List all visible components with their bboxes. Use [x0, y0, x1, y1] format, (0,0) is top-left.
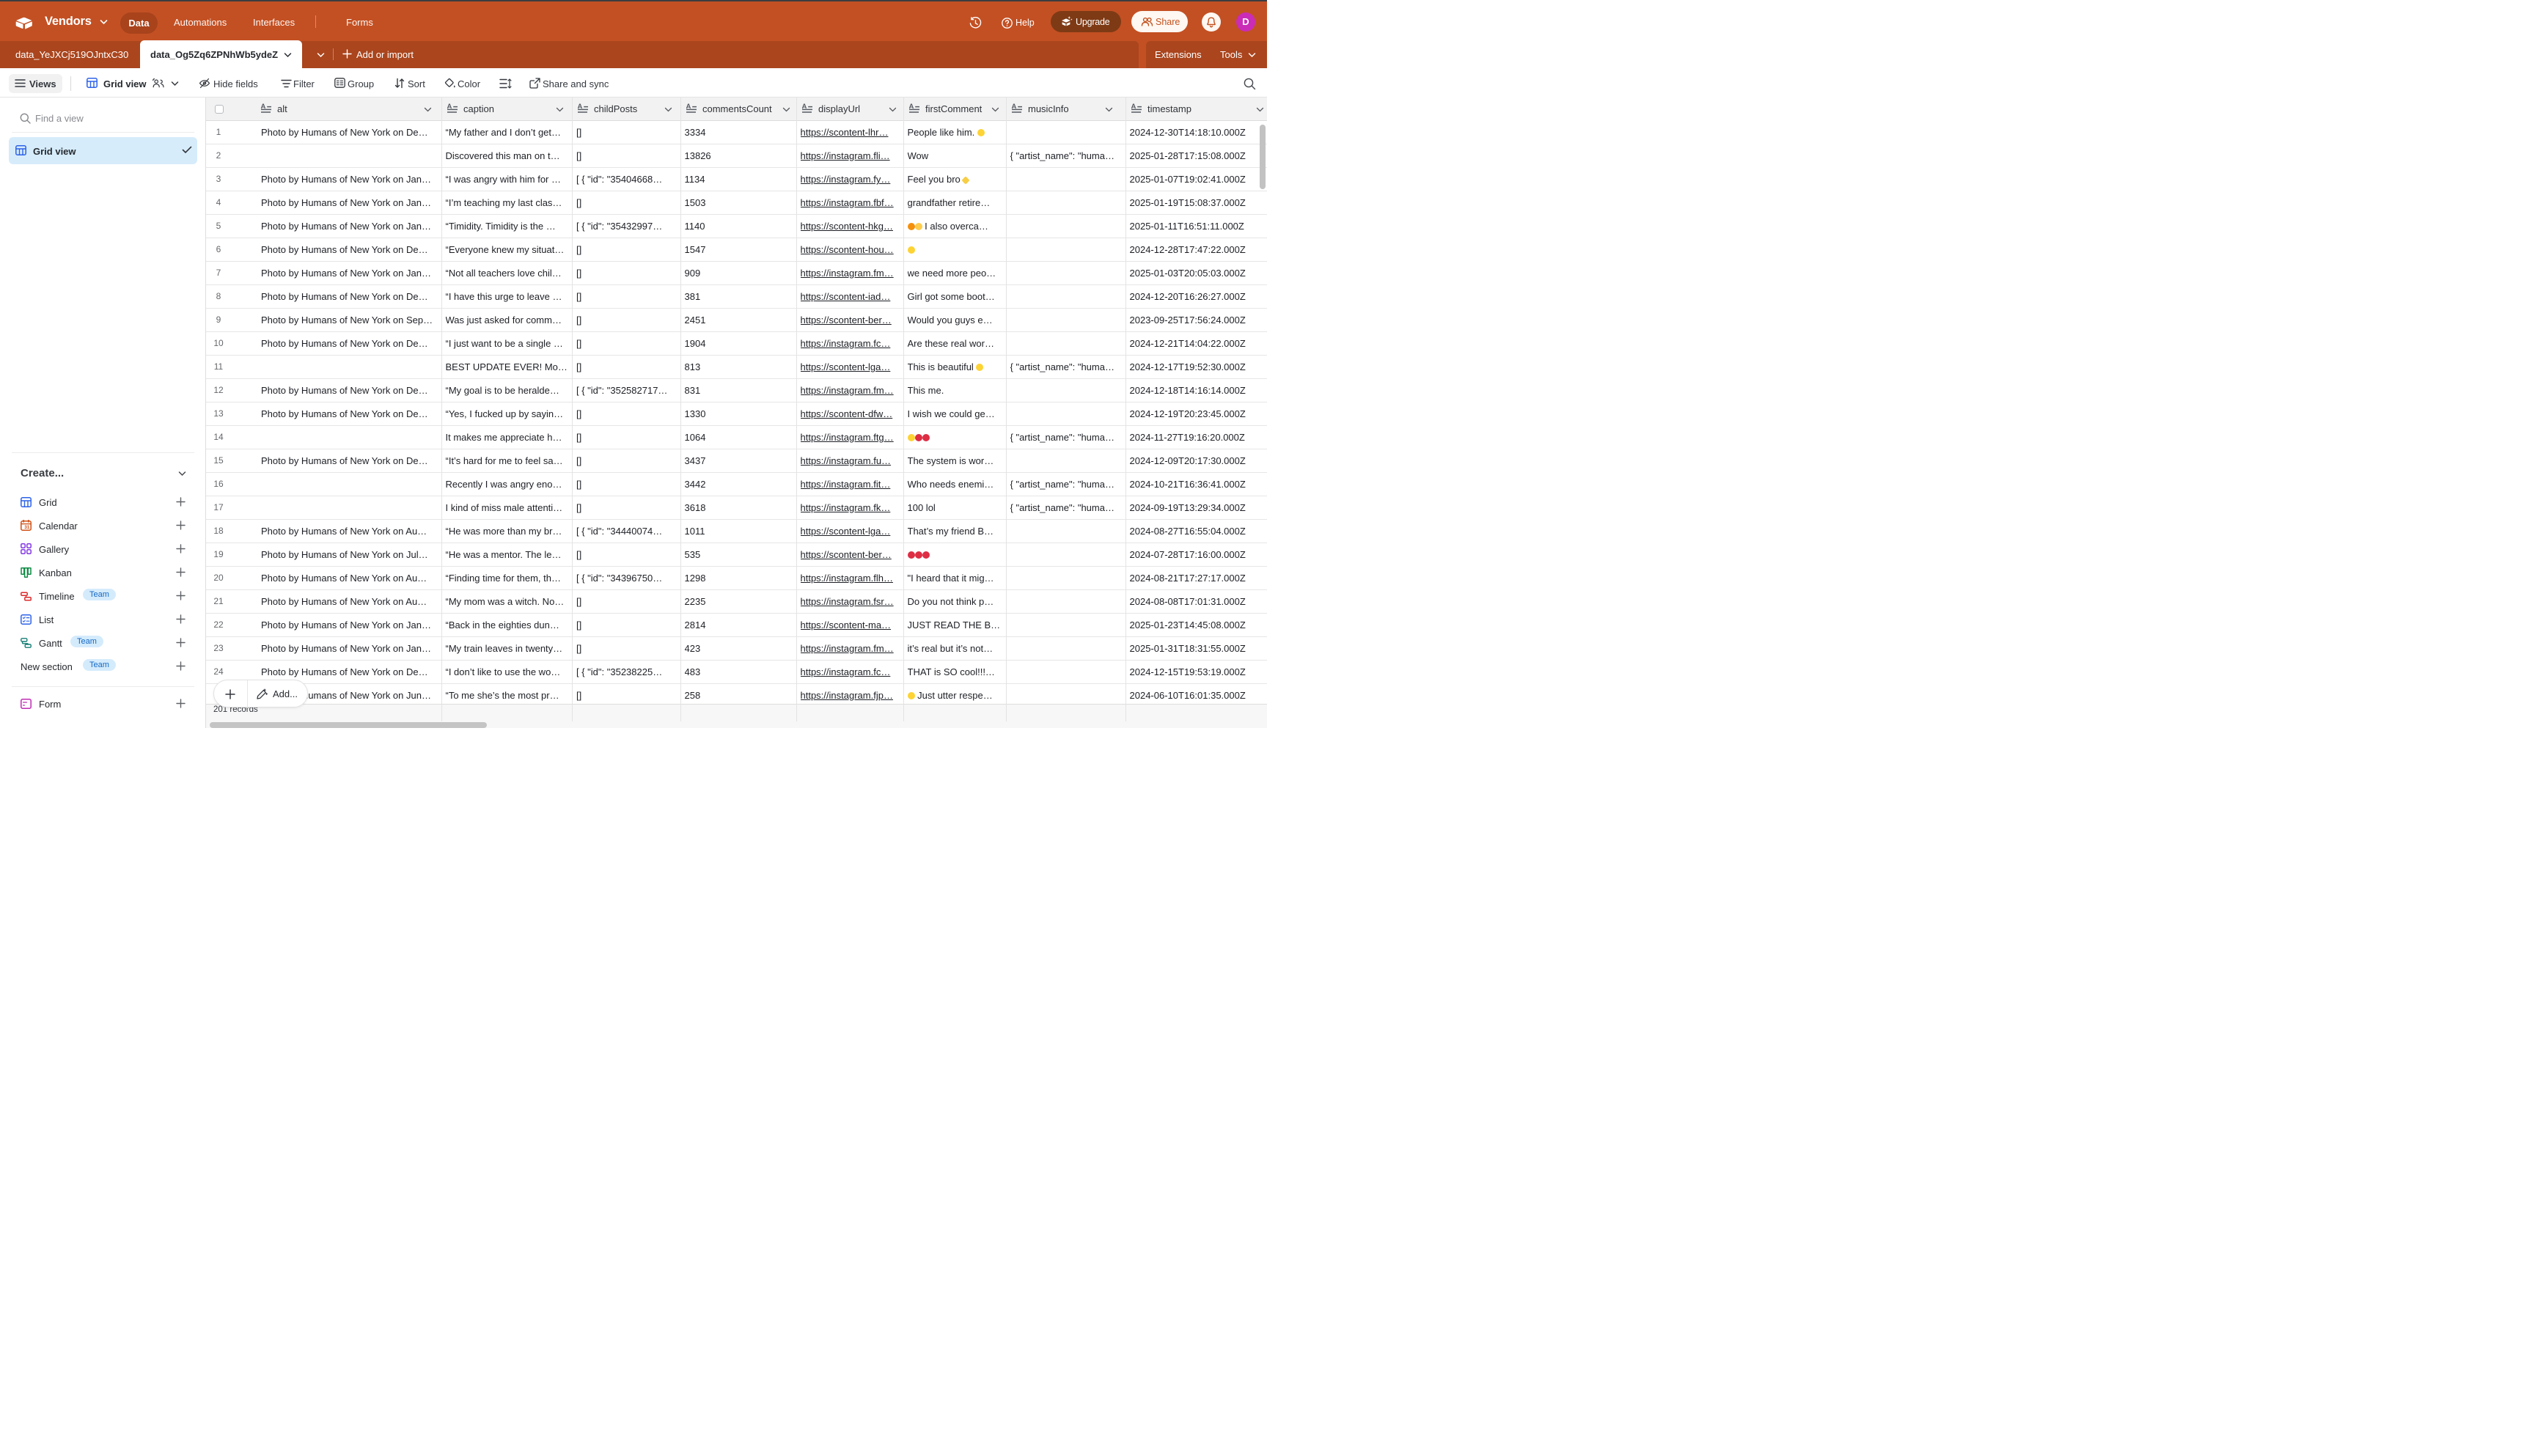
svg-text:31: 31 [24, 525, 30, 530]
